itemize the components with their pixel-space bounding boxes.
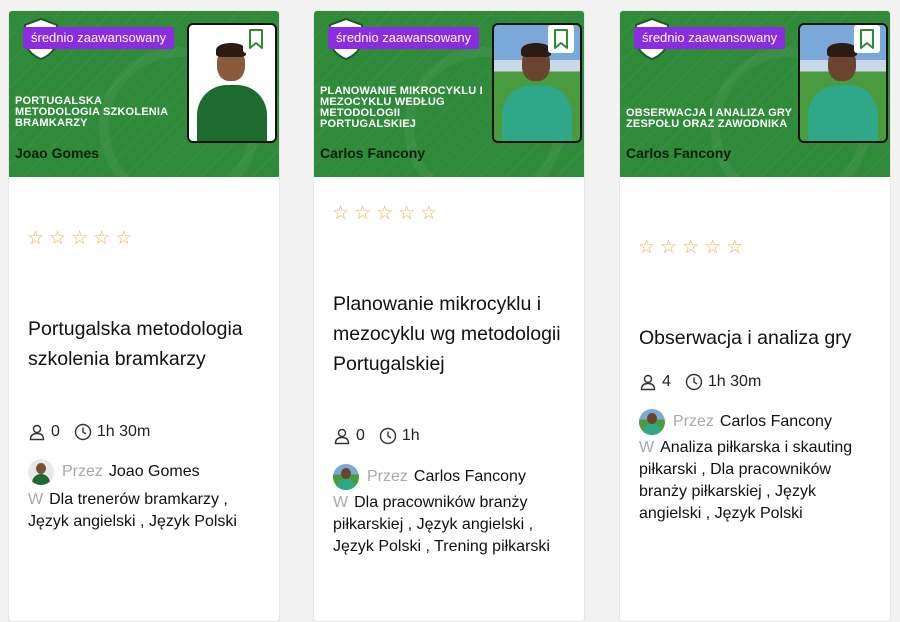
rating-stars: ☆ ☆ ☆ ☆ ☆	[638, 238, 743, 258]
course-meta: 0 1h	[333, 427, 420, 445]
course-author: Przez Carlos Fancony	[333, 464, 526, 490]
course-card[interactable]: średnio zaawansowany Obserwacja i analiz…	[619, 10, 891, 622]
course-meta: 0 1h 30m	[28, 423, 150, 441]
level-badge: średnio zaawansowany	[328, 27, 480, 49]
course-duration: 1h 30m	[96, 423, 151, 440]
course-categories: W Dla pracowników branży piłkarskiej , Ję…	[333, 492, 573, 558]
rating-stars: ☆ ☆ ☆ ☆ ☆	[332, 204, 437, 224]
by-label: Przez	[367, 468, 408, 485]
star-outline-icon: ☆	[332, 203, 350, 224]
course-duration: 1h 30m	[707, 373, 762, 390]
star-outline-icon: ☆	[638, 237, 656, 258]
banner-author: Joao Gomes	[15, 145, 100, 161]
by-label: Przez	[673, 413, 714, 430]
by-label: Przez	[62, 463, 103, 480]
avatar	[333, 464, 359, 490]
course-meta: 4 1h 30m	[639, 373, 761, 391]
course-duration: 1h	[401, 427, 420, 444]
star-outline-icon: ☆	[726, 237, 744, 258]
category-icon: W	[28, 491, 44, 508]
banner-author: Carlos Fancony	[320, 145, 426, 161]
star-outline-icon: ☆	[27, 228, 45, 249]
course-categories: W Dla trenerów bramkarzy , Język angielsk…	[28, 489, 268, 533]
star-outline-icon: ☆	[49, 228, 67, 249]
star-outline-icon: ☆	[115, 228, 133, 249]
course-categories: W Analiza piłkarska i skauting piłkarski …	[639, 437, 879, 525]
star-outline-icon: ☆	[682, 237, 700, 258]
course-title[interactable]: Planowanie mikrocyklu i mezocyklu wg met…	[333, 289, 578, 379]
user-icon	[333, 427, 351, 445]
avatar	[28, 459, 54, 485]
course-card[interactable]: średnio zaawansowany Planowanie mikrocyk…	[313, 10, 585, 622]
course-title[interactable]: Obserwacja i analiza gry	[639, 323, 884, 353]
bookmark-icon	[554, 29, 568, 49]
course-author: Przez Joao Gomes	[28, 459, 200, 485]
category-links[interactable]: Dla trenerów bramkarzy , Język angielski…	[28, 491, 237, 530]
author-link[interactable]: Joao Gomes	[109, 463, 200, 481]
course-banner[interactable]: średnio zaawansowany Planowanie mikrocyk…	[314, 11, 584, 177]
star-outline-icon: ☆	[704, 237, 722, 258]
avatar	[639, 409, 665, 435]
user-icon	[639, 373, 657, 391]
bookmark-button[interactable]	[243, 25, 269, 53]
level-badge: średnio zaawansowany	[23, 27, 175, 49]
star-outline-icon: ☆	[398, 203, 416, 224]
category-links[interactable]: Analiza piłkarska i skauting piłkarski ,…	[639, 439, 852, 522]
rating-stars: ☆ ☆ ☆ ☆ ☆	[27, 229, 132, 249]
course-card[interactable]: średnio zaawansowany Portugalska metodol…	[8, 10, 280, 622]
clock-icon	[379, 427, 397, 445]
course-banner[interactable]: średnio zaawansowany Portugalska metodol…	[9, 11, 279, 177]
star-outline-icon: ☆	[354, 203, 372, 224]
banner-title: Portugalska metodologia szkolenia bramka…	[15, 95, 168, 129]
category-icon: W	[333, 494, 349, 511]
star-outline-icon: ☆	[376, 203, 394, 224]
bookmark-icon	[249, 29, 263, 49]
banner-title: Planowanie mikrocyklu i mezocyklu według…	[320, 85, 483, 130]
star-outline-icon: ☆	[93, 228, 111, 249]
author-link[interactable]: Carlos Fancony	[720, 413, 832, 431]
author-link[interactable]: Carlos Fancony	[414, 468, 526, 486]
students-count: 0	[51, 423, 60, 440]
bookmark-button[interactable]	[854, 25, 880, 53]
star-outline-icon: ☆	[660, 237, 678, 258]
students-count: 4	[662, 373, 671, 390]
course-banner[interactable]: średnio zaawansowany Obserwacja i analiz…	[620, 11, 890, 177]
clock-icon	[685, 373, 703, 391]
star-outline-icon: ☆	[420, 203, 438, 224]
category-links[interactable]: Dla pracowników branży piłkarskiej , Jęz…	[333, 494, 550, 555]
course-author: Przez Carlos Fancony	[639, 409, 832, 435]
star-outline-icon: ☆	[71, 228, 89, 249]
bookmark-icon	[860, 29, 874, 49]
bookmark-button[interactable]	[548, 25, 574, 53]
clock-icon	[74, 423, 92, 441]
course-title[interactable]: Portugalska metodologia szkolenia bramka…	[28, 314, 273, 374]
user-icon	[28, 423, 46, 441]
level-badge: średnio zaawansowany	[634, 27, 786, 49]
banner-title: Obserwacja i analiza gry zespołu oraz za…	[626, 107, 792, 130]
students-count: 0	[356, 427, 365, 444]
banner-author: Carlos Fancony	[626, 145, 732, 161]
category-icon: W	[639, 439, 655, 456]
